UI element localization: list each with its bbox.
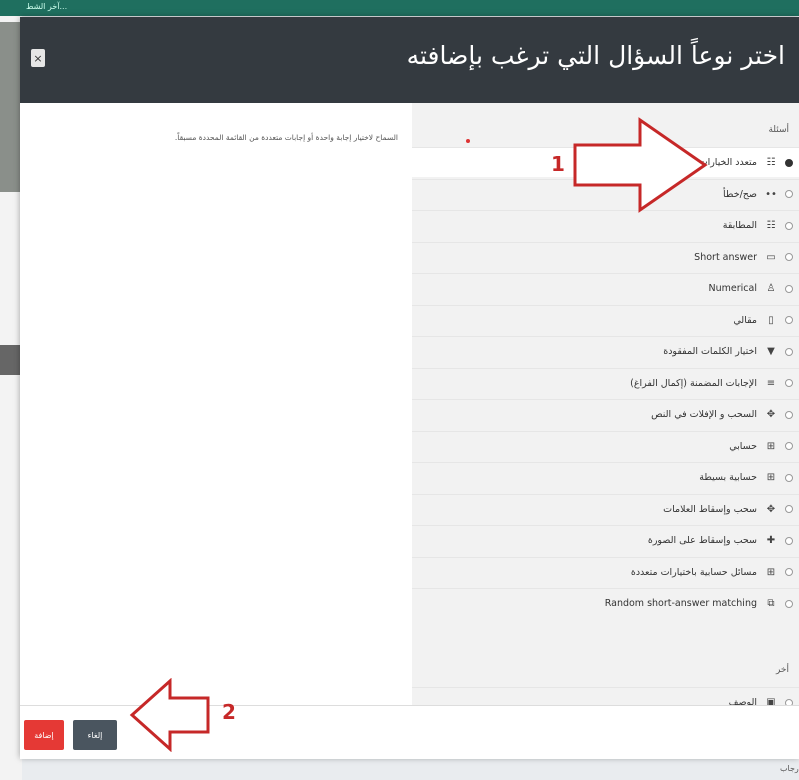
dropdown-icon: ▼ <box>767 346 775 357</box>
radio-button[interactable] <box>785 379 793 387</box>
radio-button[interactable] <box>785 221 793 230</box>
background-thumbnail <box>0 22 22 192</box>
question-type-option[interactable]: اختيار الكلمات المفقودة ▼ <box>412 336 799 366</box>
radio-button[interactable] <box>785 599 793 608</box>
question-type-option[interactable]: سحب وإسقاط على الصورة ✚ <box>412 525 799 555</box>
background-topbar-text: آخر الشط... <box>26 2 68 11</box>
question-type-description: السماح لاختيار إجابة واحدة أو إجابات متع… <box>174 133 398 142</box>
radio-button[interactable] <box>785 253 793 261</box>
radio-button[interactable] <box>785 410 793 419</box>
cloze-icon: ≡ <box>766 377 776 389</box>
list-icon: ☷ <box>766 157 776 168</box>
arrow-1-shape <box>573 117 708 213</box>
radio-button[interactable] <box>785 158 793 167</box>
question-type-label: صح/خطأ <box>723 188 757 200</box>
radio-button[interactable] <box>785 442 793 450</box>
description-pane: السماح لاختيار إجابة واحدة أو إجابات متع… <box>20 103 413 705</box>
question-type-option[interactable]: حسابي ⊞ <box>412 430 799 461</box>
background-block <box>0 345 22 375</box>
question-type-option[interactable]: سحب وإسقاط العلامات ✥ <box>412 493 799 524</box>
dialog-title: اختر نوعاً السؤال التي ترغب بإضافته <box>406 41 785 70</box>
calculator-simple-icon: ⊞ <box>766 472 776 483</box>
radio-button[interactable] <box>785 316 793 324</box>
question-type-label: مسائل حسابية باختيارات متعددة <box>630 566 757 578</box>
question-type-label: السحب و الإفلات في النص <box>651 409 757 420</box>
annotation-arrow-1 <box>573 117 708 213</box>
close-icon: × <box>33 51 43 65</box>
annotation-number-2: 2 <box>222 700 236 724</box>
question-type-label: المطابقة <box>722 220 757 231</box>
numeric-icon: ♙ <box>766 283 776 294</box>
cursor-dot <box>466 139 470 143</box>
question-type-label: الإجابات المضمنة (إكمال الفراغ) <box>630 377 757 389</box>
question-type-label: Short answer <box>694 251 757 263</box>
grid-icon: ☷ <box>766 220 776 231</box>
question-type-option[interactable]: حسابية بسيطة ⊞ <box>412 462 799 492</box>
close-button[interactable]: × <box>31 49 45 67</box>
drag-image-icon: ✚ <box>766 535 776 546</box>
question-type-label: حسابي <box>729 440 757 452</box>
drag-text-icon: ✥ <box>766 409 776 420</box>
annotation-number-1: 1 <box>551 152 565 176</box>
radio-button[interactable] <box>785 190 793 198</box>
other-heading: أخر <box>775 665 789 675</box>
dots-icon: •• <box>765 188 777 200</box>
radio-button[interactable] <box>785 505 793 513</box>
radio-button[interactable] <box>785 347 793 356</box>
cancel-button[interactable]: إلغاء <box>73 720 117 750</box>
input-box-icon: ▭ <box>766 251 776 263</box>
random-icon: ⧉ <box>767 598 775 609</box>
questions-heading: أسئلة <box>768 125 789 135</box>
question-type-label: حسابية بسيطة <box>699 472 757 483</box>
arrow-2-shape <box>129 678 210 752</box>
add-button[interactable]: إضافة <box>24 720 64 750</box>
annotation-arrow-2 <box>129 678 210 752</box>
question-type-label: سحب وإسقاط على الصورة <box>647 535 757 546</box>
drag-markers-icon: ✥ <box>766 503 776 515</box>
dialog-header: × اختر نوعاً السؤال التي ترغب بإضافته <box>20 17 799 103</box>
radio-button[interactable] <box>785 473 793 482</box>
document-icon: ▯ <box>768 314 774 326</box>
question-type-option[interactable]: Short answer ▭ <box>412 241 799 272</box>
calculator-icon: ⊞ <box>766 440 776 452</box>
background-bottom-text: رجاب <box>780 764 799 773</box>
question-type-option[interactable]: مقالي ▯ <box>412 304 799 335</box>
question-type-label: Random short-answer matching <box>604 598 757 609</box>
question-type-option[interactable]: Random short-answer matching ⧉ <box>412 588 799 618</box>
radio-button[interactable] <box>785 284 793 293</box>
question-type-option[interactable]: الإجابات المضمنة (إكمال الفراغ) ≡ <box>412 367 799 398</box>
calculator-multi-icon: ⊞ <box>766 566 776 578</box>
question-type-label: مقالي <box>733 314 757 326</box>
radio-button[interactable] <box>785 568 793 576</box>
question-type-option[interactable]: مسائل حسابية باختيارات متعددة ⊞ <box>412 556 799 587</box>
question-type-label: Numerical <box>708 283 757 294</box>
question-type-label: اختيار الكلمات المفقودة <box>663 346 757 357</box>
question-type-option[interactable]: Numerical ♙ <box>412 273 799 303</box>
question-type-label: سحب وإسقاط العلامات <box>663 503 757 515</box>
question-type-option[interactable]: السحب و الإفلات في النص ✥ <box>412 399 799 429</box>
radio-button[interactable] <box>785 536 793 545</box>
background-topbar: آخر الشط... <box>0 0 799 16</box>
